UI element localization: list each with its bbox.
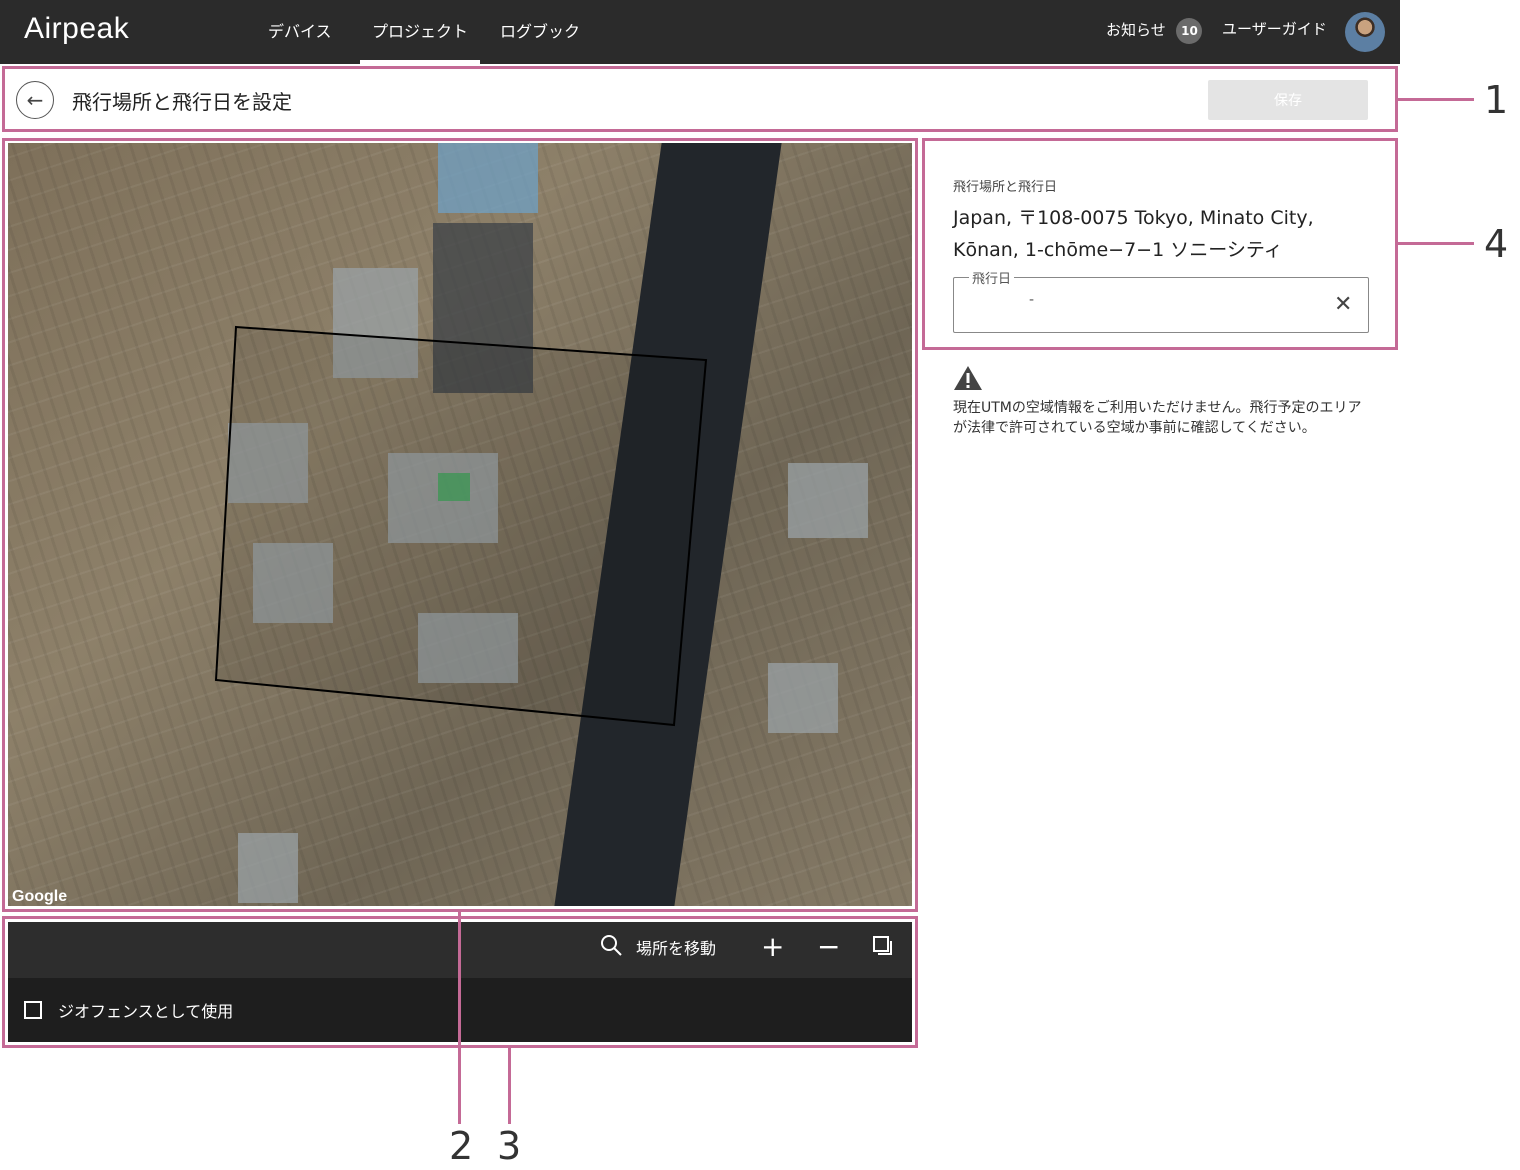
callout-number-2: 2 [449,1124,474,1168]
callout-number-1: 1 [1484,78,1509,122]
google-attribution: Google [12,888,68,905]
callout-line-4 [1398,242,1474,245]
close-icon[interactable]: ✕ [1334,292,1352,317]
flight-date-field[interactable] [953,277,1369,333]
flight-address: Japan, 〒108-0075 Tokyo, Minato City, Kōn… [953,207,1314,261]
user-guide-link[interactable]: ユーザーガイド [1222,18,1327,39]
utm-warning-text: 現在UTMの空域情報をご利用いただけません。飛行予定のエリアが法律で許可されてい… [953,400,1362,436]
flight-date-label: 飛行日 [969,268,1015,287]
back-arrow-icon[interactable]: ← [16,81,54,119]
callout-line-2 [458,912,461,1124]
warning-icon [954,366,982,390]
top-nav: Airpeak デバイス プロジェクト ログブック お知らせ 10 ユーザーガイ… [0,0,1400,64]
notifications-label: お知らせ [1106,21,1166,39]
save-button[interactable]: 保存 [1208,80,1368,120]
callout-number-4: 4 [1484,222,1509,266]
search-icon[interactable] [600,934,622,960]
page-title: 飛行場所と飛行日を設定 [72,90,292,114]
flight-date-value: - [1029,292,1035,308]
geofence-checkbox[interactable] [24,1001,42,1019]
notifications-count-badge: 10 [1176,18,1203,44]
geofence-label: ジオフェンスとして使用 [58,1002,234,1021]
avatar[interactable] [1345,12,1385,52]
callout-line-3 [508,1048,511,1124]
fullscreen-icon[interactable] [873,936,895,962]
flight-area-polygon[interactable] [8,143,912,906]
satellite-map[interactable]: Google [8,143,912,906]
tab-logbook[interactable]: ログブック [500,18,580,42]
callout-line-1 [1398,98,1474,101]
tab-devices[interactable]: デバイス [268,18,332,42]
notifications-link[interactable]: お知らせ 10 [1106,18,1203,44]
zoom-out-icon[interactable]: − [817,930,840,963]
section-label: 飛行場所と飛行日 [953,180,1058,195]
callout-number-3: 3 [497,1124,522,1168]
airpeak-logo[interactable]: Airpeak [24,12,129,46]
tab-projects[interactable]: プロジェクト [359,18,481,64]
zoom-in-icon[interactable]: + [761,930,784,963]
move-location-button[interactable]: 場所を移動 [636,935,716,959]
